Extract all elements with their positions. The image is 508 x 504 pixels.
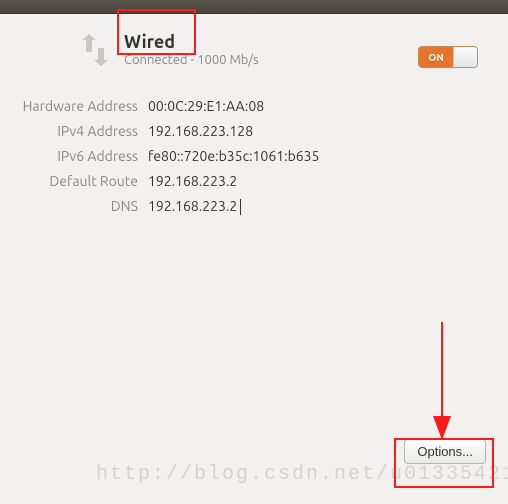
text-cursor <box>240 199 241 215</box>
default-route-label: Default Route <box>0 173 148 189</box>
ipv4-address-value: 192.168.223.128 <box>148 123 253 139</box>
network-updown-icon <box>74 34 114 70</box>
default-route-value: 192.168.223.2 <box>148 173 237 189</box>
ipv6-address-label: IPv6 Address <box>0 148 148 164</box>
connection-status: Connected - 1000 Mb/s <box>124 53 259 67</box>
connection-details: Hardware Address 00:0C:29:E1:AA:08 IPv4 … <box>0 98 492 215</box>
connection-header: Wired Connected - 1000 Mb/s ON <box>0 28 492 76</box>
ipv4-address-label: IPv4 Address <box>0 123 148 139</box>
dns-row: DNS 192.168.223.2 <box>0 198 492 215</box>
toggle-on-label: ON <box>419 47 453 67</box>
dns-value-text: 192.168.223.2 <box>148 198 237 214</box>
connection-toggle[interactable]: ON <box>418 46 478 68</box>
connection-title: Wired <box>124 32 259 52</box>
dns-value: 192.168.223.2 <box>148 198 241 215</box>
window-titlebar <box>0 0 508 14</box>
hw-address-value: 00:0C:29:E1:AA:08 <box>148 98 264 114</box>
annotation-arrow-icon <box>427 322 457 440</box>
options-button[interactable]: Options... <box>404 439 486 464</box>
ipv6-address-row: IPv6 Address fe80::720e:b35c:1061:b635 <box>0 148 492 164</box>
dns-label: DNS <box>0 198 148 214</box>
toggle-knob <box>453 47 477 67</box>
hw-address-row: Hardware Address 00:0C:29:E1:AA:08 <box>0 98 492 114</box>
hw-address-label: Hardware Address <box>0 98 148 114</box>
ipv4-address-row: IPv4 Address 192.168.223.128 <box>0 123 492 139</box>
watermark-text: http://blog.csdn.net/u013354211 <box>96 463 508 486</box>
content-area: Wired Connected - 1000 Mb/s ON Hardware … <box>0 14 508 215</box>
ipv6-address-value: fe80::720e:b35c:1061:b635 <box>148 148 319 164</box>
default-route-row: Default Route 192.168.223.2 <box>0 173 492 189</box>
